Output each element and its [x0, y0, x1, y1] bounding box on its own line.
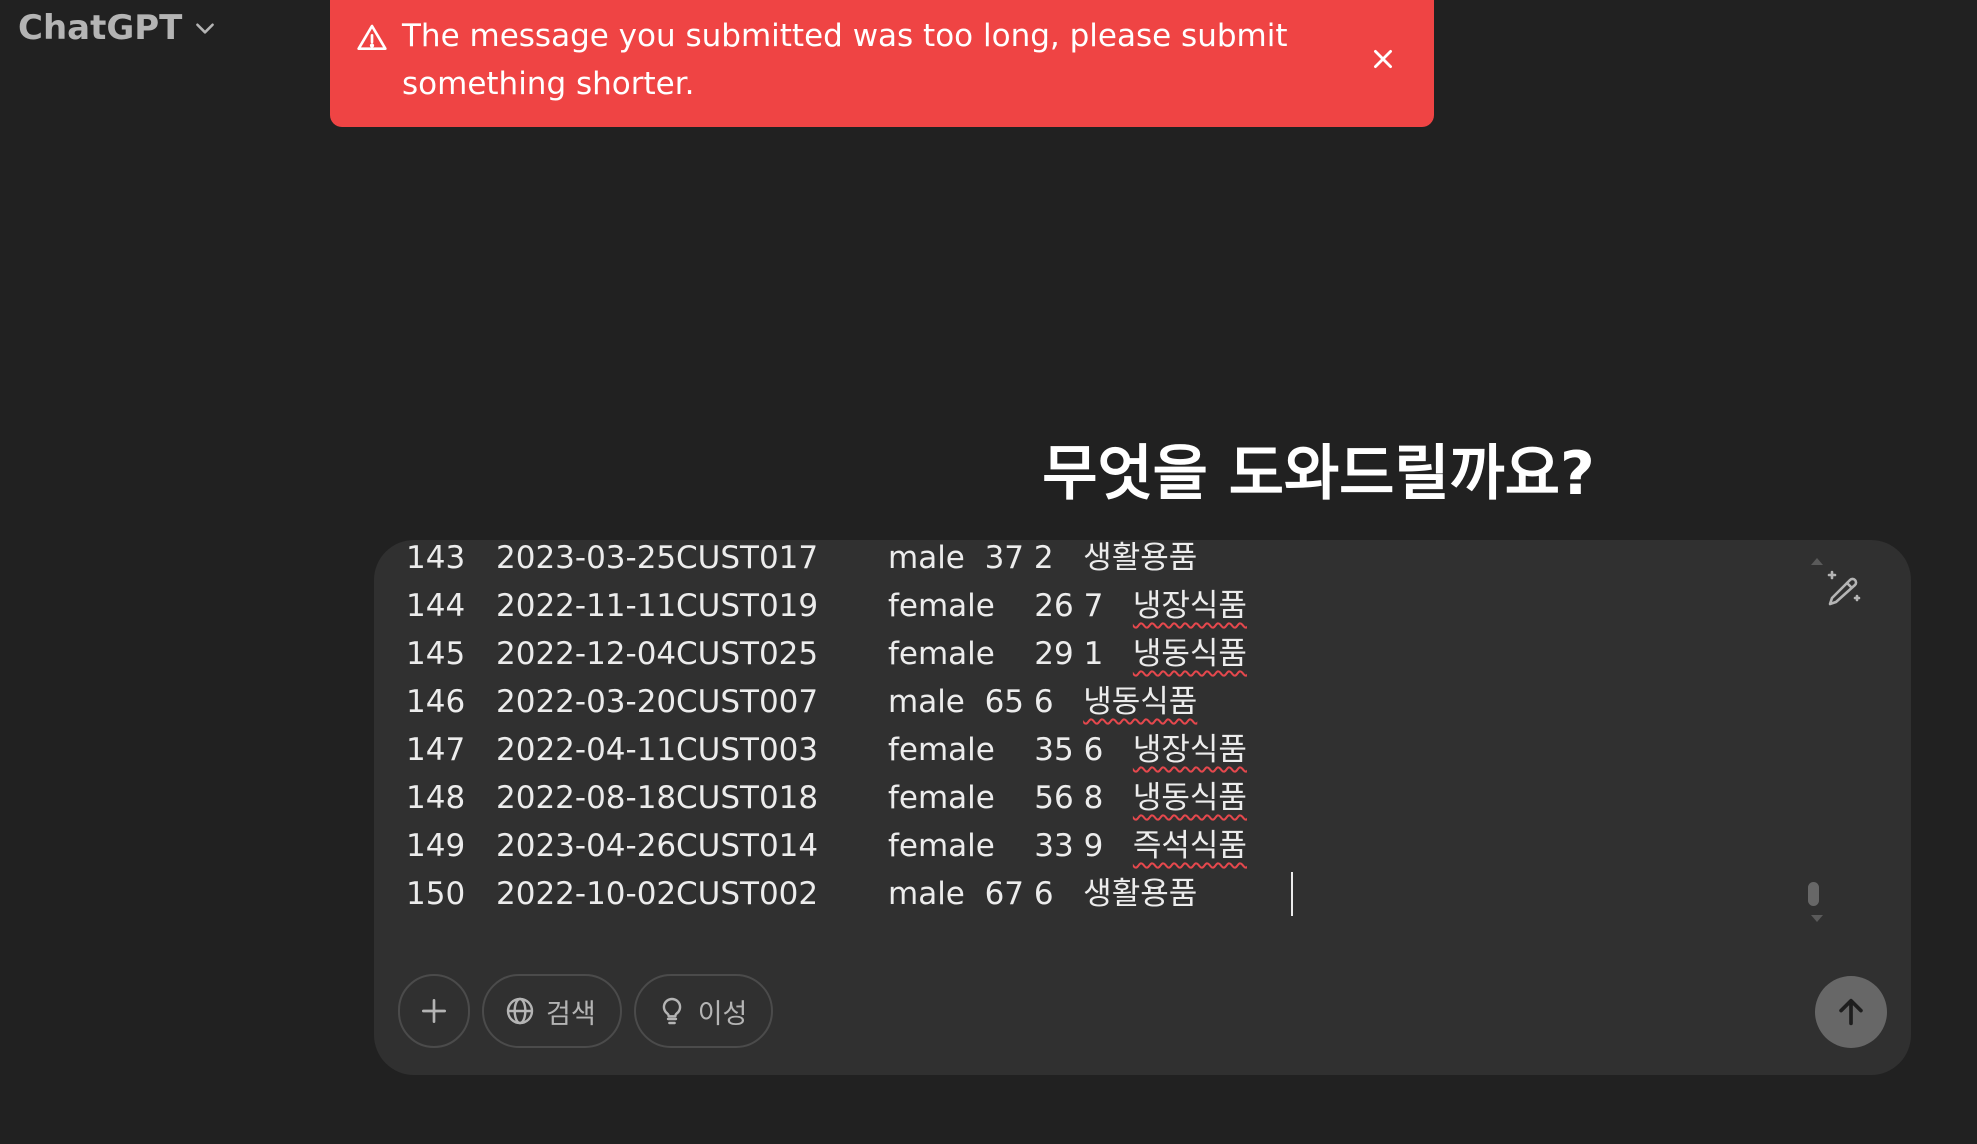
prompt-textarea[interactable]: 143 2023-03-25 CUST017 male 37 2 생활용품 14… [406, 540, 1806, 918]
error-toast: The message you submitted was too long, … [330, 0, 1434, 127]
toast-message: The message you submitted was too long, … [402, 18, 1288, 102]
row-date: 2022-03-20 [496, 684, 677, 720]
arrow-up-icon [1839, 998, 1863, 1026]
model-name: ChatGPT [18, 8, 183, 48]
row-rest: male 65 6 [888, 684, 1084, 720]
text-caret [1291, 872, 1293, 916]
scroll-up-arrow[interactable] [1811, 558, 1823, 565]
row-date: 2022-10-02 [496, 876, 677, 912]
row-rest: female 35 6 [888, 732, 1133, 768]
lightbulb-icon [662, 997, 681, 1025]
row-customer: CUST003 [676, 732, 819, 768]
row-category: 즉석식품 [1132, 828, 1247, 864]
row-rest: female 29 1 [888, 636, 1133, 672]
row-date: 2022-04-11 [496, 732, 677, 768]
row-date: 2022-08-18 [496, 780, 677, 816]
scroll-down-arrow[interactable] [1811, 915, 1823, 922]
row-rest: male 37 2 생활용품 [888, 540, 1198, 576]
row-date: 2023-03-25 [496, 540, 677, 576]
reason-label: 이성 [697, 998, 748, 1030]
warning-icon [357, 24, 387, 50]
row-customer: CUST014 [676, 828, 819, 864]
scrollbar-thumb[interactable] [1808, 882, 1819, 906]
edit-icon[interactable] [1819, 566, 1867, 614]
row-customer: CUST025 [676, 636, 819, 672]
row-index: 144 [406, 588, 466, 624]
plus-icon [422, 999, 446, 1023]
row-index: 146 [406, 684, 466, 720]
row-category: 냉장식품 [1132, 588, 1247, 624]
row-index: 149 [406, 828, 466, 864]
row-category: 냉동식품 [1083, 684, 1198, 720]
composer: 143 2023-03-25 CUST017 male 37 2 생활용품 14… [374, 540, 1911, 1075]
row-customer: CUST017 [676, 540, 819, 576]
row-index: 143 [406, 540, 466, 576]
row-category: 냉동식품 [1132, 636, 1247, 672]
close-icon[interactable] [1370, 46, 1396, 72]
page-heading: 무엇을 도와드릴까요? [1042, 439, 1595, 509]
row-date: 2023-04-26 [496, 828, 677, 864]
reason-button[interactable]: 이성 [633, 974, 774, 1048]
row-category: 냉장식품 [1132, 732, 1247, 768]
model-switcher[interactable]: ChatGPT [18, 8, 218, 48]
send-button[interactable] [1815, 976, 1887, 1048]
row-rest: male 67 6 생활용품 [888, 876, 1198, 912]
row-rest: female 33 9 [888, 828, 1133, 864]
row-index: 148 [406, 780, 466, 816]
row-date: 2022-11-11 [496, 588, 677, 624]
row-rest: female 26 7 [888, 588, 1133, 624]
search-button[interactable]: 검색 [482, 974, 622, 1048]
globe-icon [506, 997, 534, 1025]
row-index: 150 [406, 876, 466, 912]
row-category: 냉동식품 [1132, 780, 1247, 816]
composer-tools: 검색 이성 [398, 974, 774, 1048]
row-index: 147 [406, 732, 466, 768]
row-index: 145 [406, 636, 466, 672]
search-label: 검색 [546, 998, 596, 1030]
row-date: 2022-12-04 [496, 636, 677, 672]
row-rest: female 56 8 [888, 780, 1133, 816]
attach-button[interactable] [398, 974, 470, 1048]
row-customer: CUST018 [676, 780, 819, 816]
row-customer: CUST007 [676, 684, 819, 720]
chevron-down-icon [196, 23, 215, 34]
row-customer: CUST019 [676, 588, 819, 624]
row-customer: CUST002 [676, 876, 819, 912]
